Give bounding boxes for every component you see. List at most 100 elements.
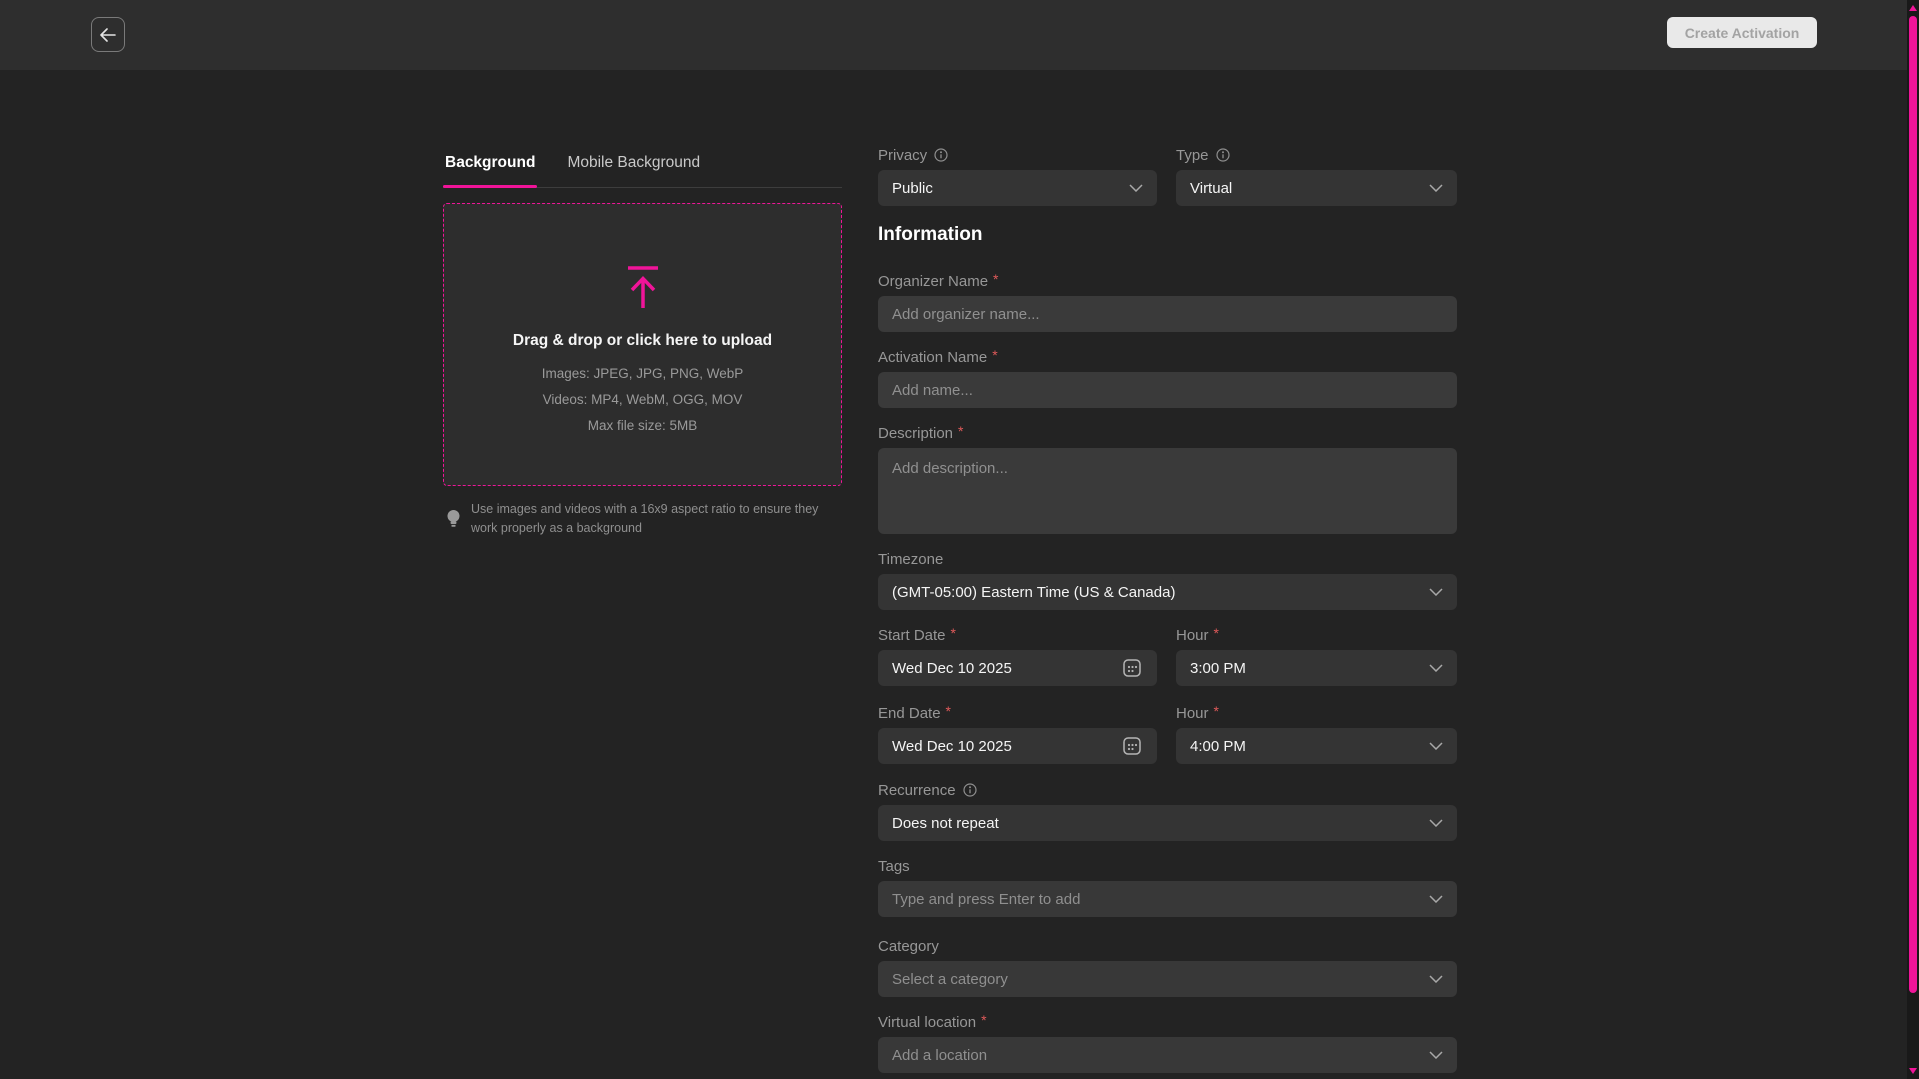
activation-name-label: Activation Name bbox=[878, 349, 987, 366]
timezone-label: Timezone bbox=[878, 551, 943, 568]
info-icon[interactable] bbox=[1216, 148, 1230, 162]
type-value: Virtual bbox=[1190, 180, 1232, 197]
create-activation-page: Create Activation Background Mobile Back… bbox=[0, 0, 1919, 1079]
timezone-select[interactable]: (GMT-05:00) Eastern Time (US & Canada) bbox=[878, 574, 1457, 610]
create-activation-button[interactable]: Create Activation bbox=[1667, 17, 1817, 48]
tags-group: Tags Type and press Enter to add bbox=[878, 857, 1457, 875]
required-asterisk: * bbox=[951, 625, 956, 641]
category-select[interactable]: Select a category bbox=[878, 961, 1457, 997]
description-textarea[interactable] bbox=[878, 448, 1457, 534]
start-date-group: Start Date * Wed Dec 10 2025 bbox=[878, 626, 1157, 644]
end-hour-select[interactable]: 4:00 PM bbox=[1176, 728, 1457, 764]
category-group: Category Select a category bbox=[878, 937, 1457, 955]
required-asterisk: * bbox=[993, 271, 998, 287]
privacy-label: Privacy bbox=[878, 147, 927, 164]
dropzone-videos-formats: Videos: MP4, WebM, OGG, MOV bbox=[543, 392, 743, 407]
activation-name-group: Activation Name * bbox=[878, 348, 1457, 366]
end-date-value: Wed Dec 10 2025 bbox=[892, 738, 1012, 755]
chevron-down-icon bbox=[1429, 664, 1443, 672]
scrollbar-down-arrow-icon[interactable] bbox=[1909, 1068, 1917, 1074]
chevron-down-icon bbox=[1429, 742, 1443, 750]
timezone-group: Timezone (GMT-05:00) Eastern Time (US & … bbox=[878, 550, 1457, 568]
privacy-value: Public bbox=[892, 180, 933, 197]
virtual-location-group: Virtual location * Add a location bbox=[878, 1013, 1457, 1031]
type-field-group: Type Virtual bbox=[1176, 146, 1457, 164]
aspect-ratio-hint: Use images and videos with a 16x9 aspect… bbox=[446, 500, 831, 538]
chevron-down-icon bbox=[1429, 819, 1443, 827]
timezone-value: (GMT-05:00) Eastern Time (US & Canada) bbox=[892, 584, 1175, 601]
chevron-down-icon bbox=[1429, 1051, 1443, 1059]
recurrence-label: Recurrence bbox=[878, 782, 956, 799]
info-icon[interactable] bbox=[963, 783, 977, 797]
recurrence-value: Does not repeat bbox=[892, 815, 999, 832]
info-icon[interactable] bbox=[934, 148, 948, 162]
scrollbar-up-arrow-icon[interactable] bbox=[1909, 5, 1917, 11]
start-date-value: Wed Dec 10 2025 bbox=[892, 660, 1012, 677]
required-asterisk: * bbox=[946, 703, 951, 719]
page-scrollbar[interactable] bbox=[1907, 0, 1919, 1079]
start-hour-value: 3:00 PM bbox=[1190, 660, 1246, 677]
virtual-location-placeholder: Add a location bbox=[892, 1047, 987, 1064]
end-date-input[interactable]: Wed Dec 10 2025 bbox=[878, 728, 1157, 764]
tab-mobile-background[interactable]: Mobile Background bbox=[565, 148, 702, 187]
recurrence-group: Recurrence Does not repeat bbox=[878, 781, 1457, 799]
top-bar: Create Activation bbox=[0, 0, 1919, 70]
required-asterisk: * bbox=[981, 1012, 986, 1028]
start-date-label: Start Date bbox=[878, 627, 946, 644]
category-placeholder: Select a category bbox=[892, 971, 1008, 988]
required-asterisk: * bbox=[1214, 703, 1219, 719]
organizer-name-group: Organizer Name * bbox=[878, 272, 1457, 290]
tab-mobile-background-label: Mobile Background bbox=[567, 154, 700, 171]
end-hour-group: Hour * 4:00 PM bbox=[1176, 704, 1457, 722]
dropzone-title: Drag & drop or click here to upload bbox=[513, 332, 772, 350]
chevron-down-icon bbox=[1429, 184, 1443, 192]
virtual-location-label: Virtual location bbox=[878, 1014, 976, 1031]
category-label: Category bbox=[878, 938, 939, 955]
description-label: Description bbox=[878, 425, 953, 442]
end-date-group: End Date * Wed Dec 10 2025 bbox=[878, 704, 1157, 722]
hint-text: Use images and videos with a 16x9 aspect… bbox=[471, 500, 821, 538]
tab-background[interactable]: Background bbox=[443, 148, 537, 187]
activation-name-input[interactable] bbox=[878, 372, 1457, 408]
description-group: Description * bbox=[878, 424, 1457, 442]
required-asterisk: * bbox=[958, 423, 963, 439]
arrow-left-icon bbox=[99, 28, 117, 42]
scrollbar-thumb[interactable] bbox=[1909, 16, 1917, 993]
lightbulb-icon bbox=[446, 500, 461, 538]
start-hour-select[interactable]: 3:00 PM bbox=[1176, 650, 1457, 686]
tags-placeholder: Type and press Enter to add bbox=[892, 891, 1080, 908]
chevron-down-icon bbox=[1429, 588, 1443, 596]
recurrence-select[interactable]: Does not repeat bbox=[878, 805, 1457, 841]
type-label: Type bbox=[1176, 147, 1209, 164]
file-dropzone[interactable]: Drag & drop or click here to upload Imag… bbox=[443, 203, 842, 486]
organizer-name-label: Organizer Name bbox=[878, 273, 988, 290]
privacy-select[interactable]: Public bbox=[878, 170, 1157, 206]
required-asterisk: * bbox=[992, 347, 997, 363]
chevron-down-icon bbox=[1129, 184, 1143, 192]
background-tabs: Background Mobile Background bbox=[443, 148, 842, 188]
virtual-location-input[interactable]: Add a location bbox=[878, 1037, 1457, 1073]
calendar-icon bbox=[1121, 735, 1143, 757]
upload-arrow-icon bbox=[620, 264, 666, 312]
tab-background-label: Background bbox=[445, 154, 535, 171]
tags-input[interactable]: Type and press Enter to add bbox=[878, 881, 1457, 917]
start-hour-label: Hour bbox=[1176, 627, 1209, 644]
start-hour-group: Hour * 3:00 PM bbox=[1176, 626, 1457, 644]
type-select[interactable]: Virtual bbox=[1176, 170, 1457, 206]
required-asterisk: * bbox=[1214, 625, 1219, 641]
end-hour-label: Hour bbox=[1176, 705, 1209, 722]
dropzone-max-size: Max file size: 5MB bbox=[588, 418, 698, 433]
calendar-icon bbox=[1121, 657, 1143, 679]
dropzone-images-formats: Images: JPEG, JPG, PNG, WebP bbox=[542, 366, 744, 381]
organizer-name-input[interactable] bbox=[878, 296, 1457, 332]
information-section-title: Information bbox=[878, 224, 983, 246]
chevron-down-icon bbox=[1429, 975, 1443, 983]
end-hour-value: 4:00 PM bbox=[1190, 738, 1246, 755]
tags-label: Tags bbox=[878, 858, 910, 875]
active-tab-underline bbox=[443, 185, 537, 188]
privacy-field-group: Privacy Public bbox=[878, 146, 1157, 164]
end-date-label: End Date bbox=[878, 705, 941, 722]
chevron-down-icon bbox=[1429, 895, 1443, 903]
back-button[interactable] bbox=[91, 17, 125, 52]
start-date-input[interactable]: Wed Dec 10 2025 bbox=[878, 650, 1157, 686]
